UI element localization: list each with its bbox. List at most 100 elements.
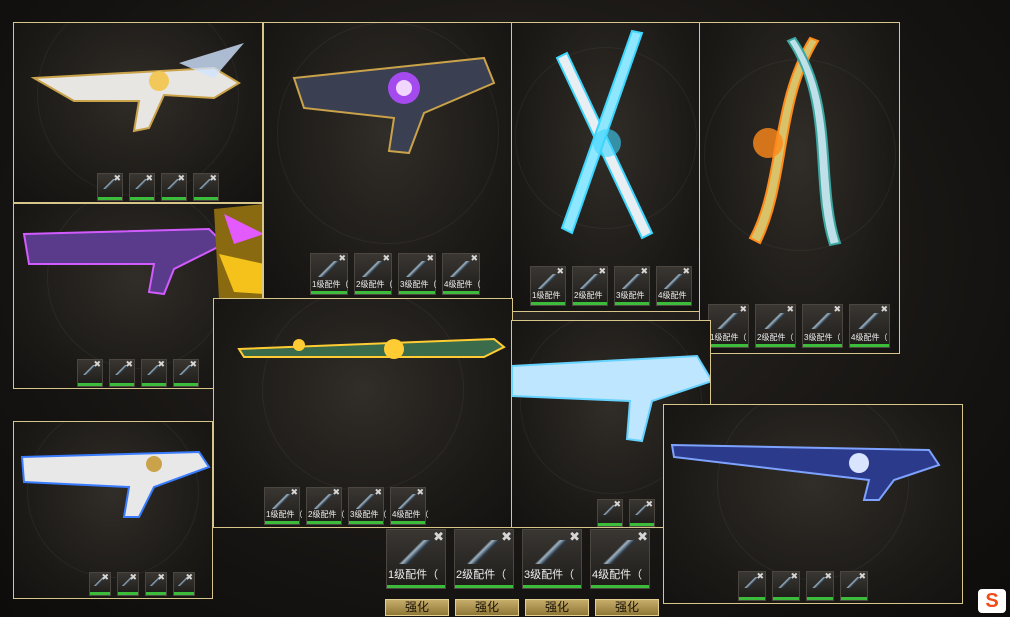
accessory-slot[interactable]: ✖ 1级配件 <box>530 266 566 306</box>
remove-icon[interactable]: ✖ <box>833 305 841 314</box>
accessory-slot[interactable]: ✖ 3级配件（ <box>802 304 843 348</box>
remove-icon[interactable]: ✖ <box>790 572 798 581</box>
slot-label: 2级配件（ <box>456 569 507 581</box>
strengthen-buttons: 强化 强化 强化 强化 <box>385 599 659 616</box>
accessory-slots: ✖ 1级配件（ ✖ 2级配件（ ✖ 3级配件（ ✖ 4级配件（ <box>264 487 429 525</box>
accessory-slot[interactable]: ✖ 3级配件（ <box>348 487 386 525</box>
accessory-slot[interactable]: ✖ <box>840 571 868 601</box>
accessory-slot[interactable]: ✖ 4级配件（ <box>849 304 890 348</box>
remove-icon[interactable]: ✖ <box>93 360 101 369</box>
slot-label: 4级配件（ <box>392 510 429 519</box>
remove-icon[interactable]: ✖ <box>739 305 747 314</box>
accessory-slot[interactable]: ✖ <box>738 571 766 601</box>
remove-icon[interactable]: ✖ <box>101 573 109 582</box>
accessory-slot[interactable]: ✖ <box>806 571 834 601</box>
remove-icon[interactable]: ✖ <box>374 488 382 497</box>
accessory-slot[interactable]: ✖ 3级配件（ <box>522 529 582 589</box>
remove-icon[interactable]: ✖ <box>598 267 606 276</box>
weapon-panel-3: ✖ 1级配件 ✖ 2级配件 ✖ 3级配件 ✖ 4级配件 <box>511 22 701 312</box>
accessory-slot[interactable]: ✖ 1级配件（ <box>708 304 749 348</box>
remove-icon[interactable]: ✖ <box>880 305 888 314</box>
remove-icon[interactable]: ✖ <box>209 174 217 183</box>
remove-icon[interactable]: ✖ <box>113 174 121 183</box>
accessory-slot[interactable]: ✖ <box>97 173 123 201</box>
accessory-slot[interactable]: ✖ <box>109 359 135 387</box>
remove-icon[interactable]: ✖ <box>637 530 648 543</box>
remove-icon[interactable]: ✖ <box>756 572 764 581</box>
remove-icon[interactable]: ✖ <box>556 267 564 276</box>
accessory-slot[interactable]: ✖ <box>89 572 111 596</box>
remove-icon[interactable]: ✖ <box>157 360 165 369</box>
accessory-slot[interactable]: ✖ <box>77 359 103 387</box>
strengthen-button[interactable]: 强化 <box>595 599 659 616</box>
accessory-slot[interactable]: ✖ <box>772 571 800 601</box>
accessory-slot[interactable]: ✖ 4级配件（ <box>390 487 429 525</box>
accessory-slot[interactable]: ✖ 1级配件（ <box>310 253 348 295</box>
remove-icon[interactable]: ✖ <box>501 530 512 543</box>
accessory-slot[interactable]: ✖ 4级配件（ <box>442 253 480 295</box>
weapon-panel-1: ✖ ✖ ✖ ✖ <box>13 22 263 203</box>
remove-icon[interactable]: ✖ <box>338 254 346 263</box>
weapon-panel-6: ✖ 1级配件（ ✖ 2级配件（ ✖ 3级配件（ ✖ 4级配件（ <box>213 298 513 528</box>
accessory-slot[interactable]: ✖ <box>173 572 195 596</box>
slot-label: 1级配件 <box>532 291 561 300</box>
accessory-slot[interactable]: ✖ 3级配件 <box>614 266 650 306</box>
slot-label: 1级配件（ <box>312 280 349 289</box>
remove-icon[interactable]: ✖ <box>145 174 153 183</box>
accessory-slot[interactable]: ✖ 4级配件 <box>656 266 692 306</box>
remove-icon[interactable]: ✖ <box>157 573 165 582</box>
remove-icon[interactable]: ✖ <box>332 488 340 497</box>
accessory-slots: ✖ ✖ ✖ ✖ <box>77 359 199 387</box>
remove-icon[interactable]: ✖ <box>185 573 193 582</box>
remove-icon[interactable]: ✖ <box>129 573 137 582</box>
slot-label: 1级配件（ <box>388 569 439 581</box>
accessory-slot[interactable]: ✖ 2级配件（ <box>306 487 345 525</box>
remove-icon[interactable]: ✖ <box>858 572 866 581</box>
accessory-slot[interactable]: ✖ <box>129 173 155 201</box>
remove-icon[interactable]: ✖ <box>569 530 580 543</box>
remove-icon[interactable]: ✖ <box>613 500 621 509</box>
remove-icon[interactable]: ✖ <box>645 500 653 509</box>
accessory-slots: ✖ ✖ ✖ ✖ <box>89 572 195 596</box>
accessory-slot[interactable]: ✖ <box>173 359 199 387</box>
accessory-slot[interactable]: ✖ 2级配件 <box>572 266 608 306</box>
strengthen-button[interactable]: 强化 <box>525 599 589 616</box>
slot-label: 2级配件（ <box>308 510 345 519</box>
remove-icon[interactable]: ✖ <box>290 488 298 497</box>
accessory-slot[interactable]: ✖ <box>141 359 167 387</box>
accessory-slot[interactable]: ✖ <box>161 173 187 201</box>
accessory-slot[interactable]: ✖ <box>117 572 139 596</box>
strengthen-button[interactable]: 强化 <box>385 599 449 616</box>
remove-icon[interactable]: ✖ <box>125 360 133 369</box>
accessory-slot[interactable]: ✖ 4级配件（ <box>590 529 650 589</box>
slot-label: 2级配件 <box>574 291 603 300</box>
accessory-slot[interactable]: ✖ <box>193 173 219 201</box>
accessory-slot[interactable]: ✖ 3级配件（ <box>398 253 436 295</box>
slot-label: 4级配件 <box>658 291 687 300</box>
accessory-slot[interactable]: ✖ 1级配件（ <box>386 529 446 589</box>
remove-icon[interactable]: ✖ <box>682 267 690 276</box>
remove-icon[interactable]: ✖ <box>470 254 478 263</box>
accessory-slot[interactable]: ✖ 2级配件（ <box>755 304 796 348</box>
remove-icon[interactable]: ✖ <box>433 530 444 543</box>
accessory-slot[interactable]: ✖ <box>145 572 167 596</box>
accessory-slot[interactable]: ✖ <box>629 499 655 527</box>
slot-label: 4级配件（ <box>851 333 888 342</box>
slot-label: 2级配件（ <box>757 333 794 342</box>
remove-icon[interactable]: ✖ <box>189 360 197 369</box>
remove-icon[interactable]: ✖ <box>382 254 390 263</box>
accessory-slot[interactable]: ✖ 1级配件（ <box>264 487 302 525</box>
accessory-slot[interactable]: ✖ 2级配件（ <box>354 253 392 295</box>
remove-icon[interactable]: ✖ <box>426 254 434 263</box>
strengthen-button[interactable]: 强化 <box>455 599 519 616</box>
remove-icon[interactable]: ✖ <box>416 488 424 497</box>
remove-icon[interactable]: ✖ <box>786 305 794 314</box>
remove-icon[interactable]: ✖ <box>824 572 832 581</box>
slot-label: 3级配件（ <box>524 569 575 581</box>
remove-icon[interactable]: ✖ <box>640 267 648 276</box>
accessory-slot[interactable]: ✖ 2级配件（ <box>454 529 514 589</box>
remove-icon[interactable]: ✖ <box>177 174 185 183</box>
accessory-slot[interactable]: ✖ <box>597 499 623 527</box>
accessory-slots: ✖ ✖ ✖ ✖ <box>738 571 868 601</box>
slot-label: 4级配件（ <box>444 280 481 289</box>
